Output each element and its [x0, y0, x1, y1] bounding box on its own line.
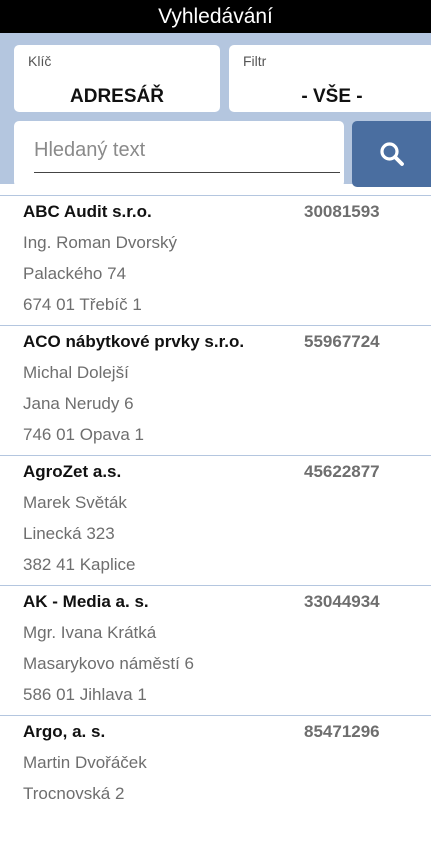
record-contact: Michal Dolejší [23, 363, 129, 382]
filter-caption: Filtr [243, 53, 267, 69]
record-id: 45622877 [304, 462, 380, 481]
record-contact: Mgr. Ivana Krátká [23, 623, 157, 642]
record-name: ACO nábytkové prvky s.r.o. [23, 332, 245, 351]
page-title: Vyhledávání [0, 0, 431, 33]
results-list: ABC Audit s.r.o. 30081593 Ing. Roman Dvo… [0, 195, 431, 845]
filter-value: - VŠE - [301, 86, 363, 107]
key-value: ADRESÁŘ [70, 86, 164, 107]
record-name: ABC Audit s.r.o. [23, 202, 152, 221]
record-name: AK - Media a. s. [23, 592, 149, 611]
record-street: Trocnovská 2 [23, 784, 125, 803]
record-street: Linecká 323 [23, 524, 115, 543]
record-id: 85471296 [304, 722, 380, 741]
record-street: Palackého 74 [23, 264, 127, 283]
record-contact: Marek Světák [23, 493, 127, 512]
list-item[interactable]: AgroZet a.s. 45622877 Marek Světák Linec… [0, 455, 431, 585]
search-box [14, 121, 344, 187]
search-button[interactable] [352, 121, 431, 187]
key-caption: Klíč [28, 53, 52, 69]
list-item[interactable]: ACO nábytkové prvky s.r.o. 55967724 Mich… [0, 325, 431, 455]
record-name: AgroZet a.s. [23, 462, 122, 481]
record-id: 30081593 [304, 202, 380, 221]
record-city: 382 41 Kaplice [23, 555, 136, 574]
key-selector[interactable]: Klíč ADRESÁŘ [14, 45, 220, 112]
filter-selector[interactable]: Filtr - VŠE - [229, 45, 431, 112]
record-city: 746 01 Opava 1 [23, 425, 144, 444]
record-city: 586 01 Jihlava 1 [23, 685, 147, 704]
record-contact: Ing. Roman Dvorský [23, 233, 177, 252]
search-underline [34, 172, 340, 173]
list-item[interactable]: AK - Media a. s. 33044934 Mgr. Ivana Krá… [0, 585, 431, 715]
record-city: 674 01 Třebíč 1 [23, 295, 142, 314]
record-contact: Martin Dvořáček [23, 753, 147, 772]
record-street: Masarykovo náměstí 6 [23, 654, 195, 673]
search-icon [379, 142, 404, 166]
list-item[interactable]: ABC Audit s.r.o. 30081593 Ing. Roman Dvo… [0, 195, 431, 325]
record-name: Argo, a. s. [23, 722, 106, 741]
list-item[interactable]: Argo, a. s. 85471296 Martin Dvořáček Tro… [0, 715, 431, 845]
record-id: 55967724 [304, 332, 380, 351]
search-input[interactable] [34, 133, 340, 167]
record-id: 33044934 [304, 592, 380, 611]
record-street: Jana Nerudy 6 [23, 394, 134, 413]
